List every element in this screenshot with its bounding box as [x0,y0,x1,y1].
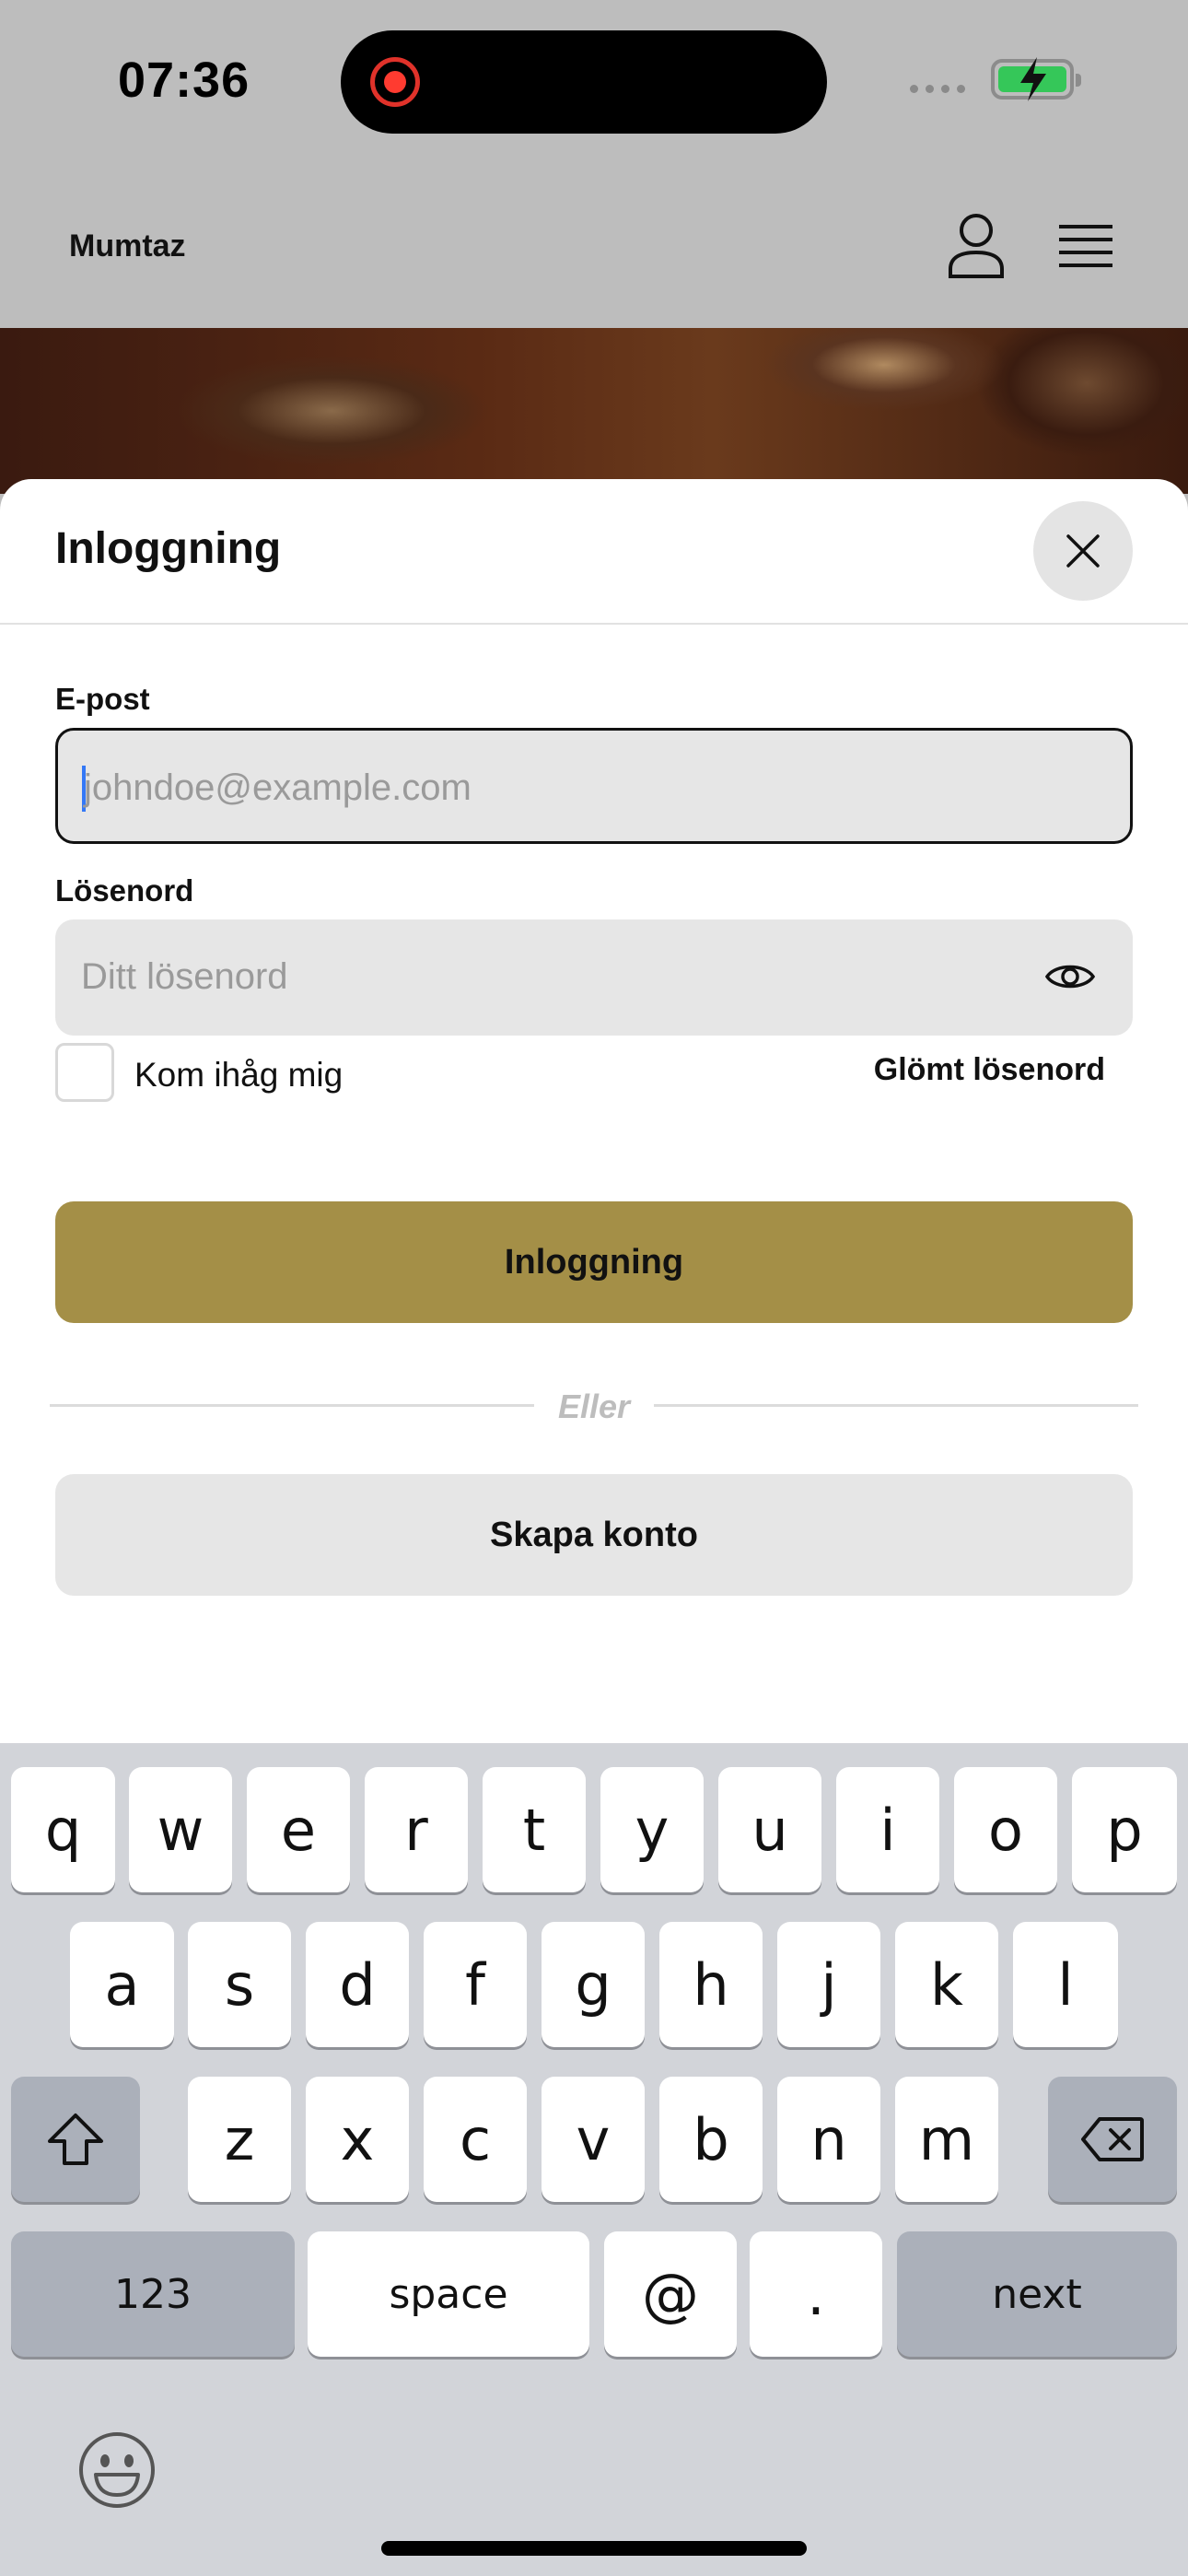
email-field[interactable]: johndoe@example.com [55,728,1133,844]
create-account-button[interactable]: Skapa konto [55,1474,1133,1596]
at-key[interactable]: @ [604,2231,737,2357]
key-l[interactable]: l [1013,1922,1118,2047]
app-header: Mumtaz [0,166,1188,328]
key-f[interactable]: f [424,1922,527,2047]
key-t[interactable]: t [483,1767,586,1892]
eye-icon[interactable] [1044,956,1096,997]
key-z[interactable]: z [188,2077,291,2202]
key-w[interactable]: w [129,1767,232,1892]
key-y[interactable]: y [600,1767,704,1892]
key-n[interactable]: n [777,2077,880,2202]
email-placeholder: johndoe@example.com [84,767,472,808]
key-e[interactable]: e [247,1767,350,1892]
remember-label[interactable]: Kom ihåg mig [134,1056,343,1095]
hero-image [0,328,1188,494]
dot-key[interactable]: . [750,2231,882,2357]
numbers-key[interactable]: 123 [11,2231,295,2357]
backspace-key[interactable] [1048,2077,1177,2202]
key-b[interactable]: b [659,2077,763,2202]
key-i[interactable]: i [836,1767,939,1892]
emoji-icon[interactable] [77,2430,157,2510]
key-h[interactable]: h [659,1922,763,2047]
brand-name[interactable]: Mumtaz [69,228,186,264]
key-v[interactable]: v [542,2077,645,2202]
key-o[interactable]: o [954,1767,1057,1892]
key-d[interactable]: d [306,1922,409,2047]
user-icon[interactable] [947,212,1006,278]
space-key[interactable]: space [308,2231,589,2357]
forgot-password-link[interactable]: Glömt lösenord [874,1052,1105,1088]
key-j[interactable]: j [777,1922,880,2047]
password-field[interactable]: Ditt lösenord [55,919,1133,1036]
home-indicator[interactable] [381,2541,807,2556]
signal-icon [910,85,965,93]
status-bar: 07:36 [0,0,1188,166]
key-x[interactable]: x [306,2077,409,2202]
password-placeholder: Ditt lösenord [81,956,288,997]
key-g[interactable]: g [542,1922,645,2047]
shift-key[interactable] [11,2077,140,2202]
login-button[interactable]: Inloggning [55,1201,1133,1323]
close-button[interactable] [1033,501,1133,601]
key-q[interactable]: q [11,1767,115,1892]
status-time: 07:36 [118,53,250,108]
key-m[interactable]: m [895,2077,998,2202]
shift-icon [48,2113,103,2165]
record-icon [370,57,420,107]
key-c[interactable]: c [424,2077,527,2202]
or-divider: Eller [50,1382,1138,1428]
key-p[interactable]: p [1072,1767,1177,1892]
battery-icon [991,57,1081,101]
dynamic-island [341,30,827,134]
remember-checkbox[interactable] [55,1043,114,1102]
backspace-icon [1081,2117,1144,2161]
key-s[interactable]: s [188,1922,291,2047]
key-u[interactable]: u [718,1767,821,1892]
sheet-title: Inloggning [55,524,282,573]
key-a[interactable]: a [70,1922,174,2047]
password-label: Lösenord [55,873,194,907]
close-icon [1066,534,1100,568]
sheet-divider [0,623,1188,625]
menu-icon[interactable] [1059,223,1112,269]
next-key[interactable]: next [897,2231,1177,2357]
email-label: E-post [55,682,150,716]
or-text: Eller [557,1388,631,1425]
keyboard: q w e r t y u i o p a s d f g h j k l z … [0,1743,1188,2576]
login-sheet: Inloggning E-post johndoe@example.com Lö… [0,479,1188,1751]
key-r[interactable]: r [365,1767,468,1892]
key-k[interactable]: k [895,1922,998,2047]
